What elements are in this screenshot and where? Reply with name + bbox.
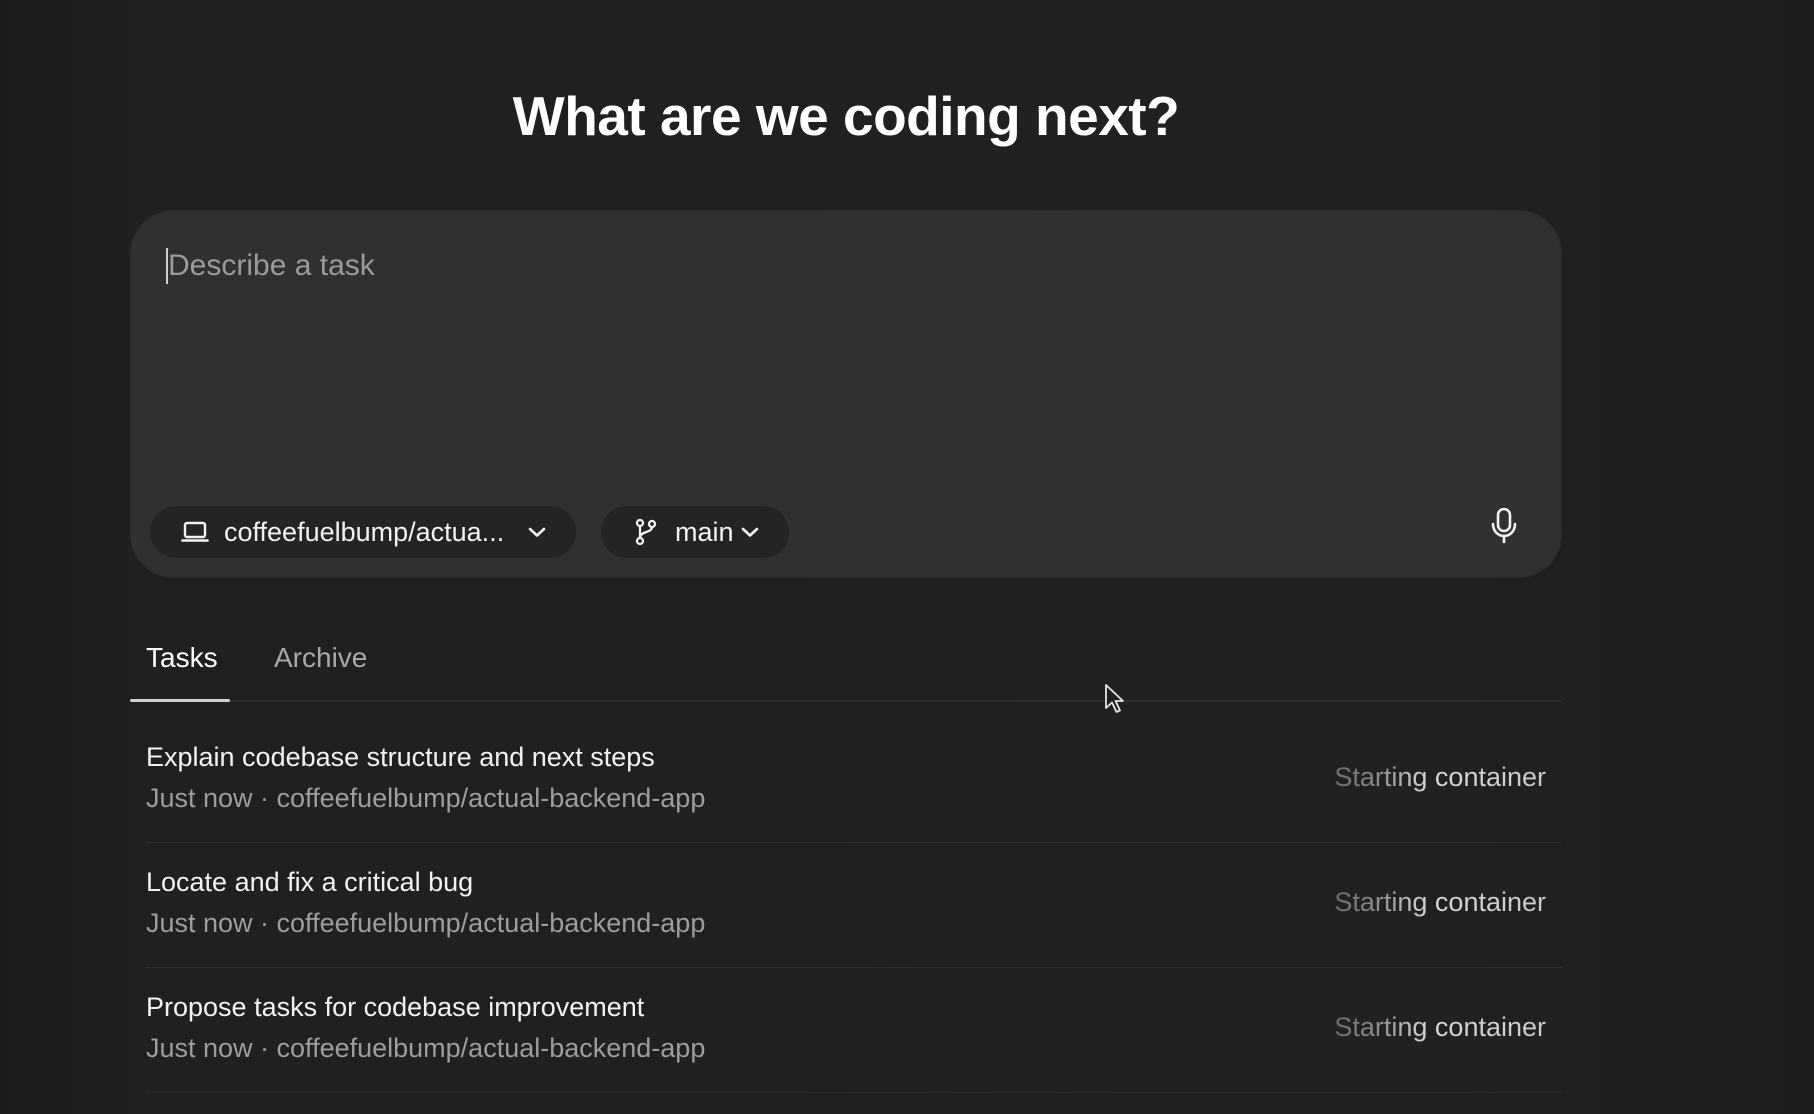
task-title: Propose tasks for codebase improvement — [146, 992, 645, 1022]
tab-tasks[interactable]: Tasks — [146, 642, 218, 674]
git-branch-icon — [631, 517, 661, 547]
repository-selector[interactable]: coffeefuelbump/actua... — [150, 506, 576, 558]
task-list: Explain codebase structure and next step… — [146, 718, 1562, 1093]
task-status: Starting container — [1334, 887, 1546, 917]
microphone-button[interactable] — [1482, 506, 1526, 550]
repository-label: coffeefuelbump/actua... — [224, 516, 505, 547]
chevron-down-icon — [526, 521, 548, 543]
branch-label: main — [675, 516, 734, 547]
task-tabs: Tasks Archive — [130, 630, 1562, 702]
task-composer: coffeefuelbump/actua... main — [130, 210, 1562, 578]
task-meta: Just now · coffeefuelbump/actual-backend… — [146, 1033, 706, 1063]
task-description-input[interactable] — [166, 244, 1510, 438]
page: What are we coding next? coffeefuelbump/… — [0, 0, 1814, 1114]
mouse-cursor-icon — [1104, 683, 1126, 715]
branch-selector[interactable]: main — [601, 506, 789, 558]
active-tab-indicator — [130, 699, 230, 702]
task-row[interactable]: Propose tasks for codebase improvement J… — [146, 968, 1562, 1093]
task-row[interactable]: Locate and fix a critical bug Just now ·… — [146, 843, 1562, 968]
microphone-icon — [1490, 507, 1518, 550]
task-title: Locate and fix a critical bug — [146, 867, 474, 897]
page-title: What are we coding next? — [512, 85, 1180, 147]
task-row[interactable]: Explain codebase structure and next step… — [146, 718, 1562, 843]
task-title: Explain codebase structure and next step… — [146, 742, 655, 772]
task-meta: Just now · coffeefuelbump/actual-backend… — [146, 783, 706, 813]
tab-archive[interactable]: Archive — [274, 642, 367, 674]
task-status: Starting container — [1334, 762, 1546, 792]
task-meta: Just now · coffeefuelbump/actual-backend… — [146, 908, 706, 938]
laptop-icon — [180, 517, 210, 547]
chevron-down-icon — [739, 521, 761, 543]
task-status: Starting container — [1334, 1012, 1546, 1042]
